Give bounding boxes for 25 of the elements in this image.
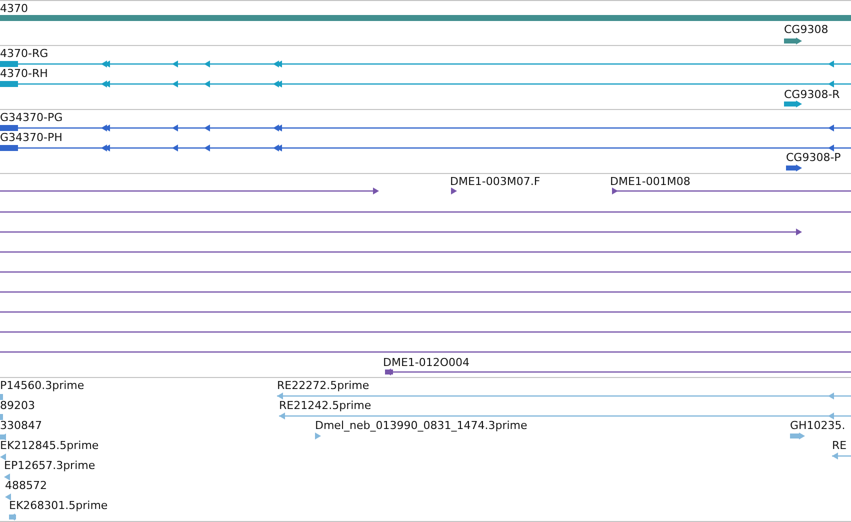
- feature-label: DME1-001M08: [610, 175, 690, 188]
- feature-label: 4370-RH: [0, 67, 48, 80]
- feature-label: G34370-PH: [0, 131, 62, 144]
- feature-label: DME1-003M07.F: [450, 175, 540, 188]
- feature-label: CG9308: [784, 23, 828, 36]
- feature-label: 4370: [0, 2, 28, 15]
- feature-label: 488572: [5, 479, 47, 492]
- feature-label: RE22272.5prime: [277, 379, 370, 392]
- feature-label: 330847: [0, 419, 42, 432]
- feature-label: 4370-RG: [0, 47, 48, 60]
- feature-label: DME1-012O004: [383, 356, 470, 369]
- feature-label: GH10235.: [790, 419, 846, 432]
- feature-label: RE: [832, 439, 847, 452]
- feature-label: CG9308-P: [786, 151, 841, 164]
- feature-label: EP12657.3prime: [4, 459, 96, 472]
- feature-label: EK212845.5prime: [0, 439, 99, 452]
- feature-label: EK268301.5prime: [9, 499, 108, 512]
- est-glyph: [0, 394, 3, 400]
- feature-label: RE21242.5prime: [279, 399, 372, 412]
- feature-label: 89203: [0, 399, 35, 412]
- feature-label: CG9308-R: [784, 88, 840, 101]
- feature-label: G34370-PG: [0, 111, 63, 124]
- feature-label: P14560.3prime: [0, 379, 84, 392]
- feature-label: Dmel_neb_013990_0831_1474.3prime: [315, 419, 528, 432]
- est-glyph: [0, 414, 3, 420]
